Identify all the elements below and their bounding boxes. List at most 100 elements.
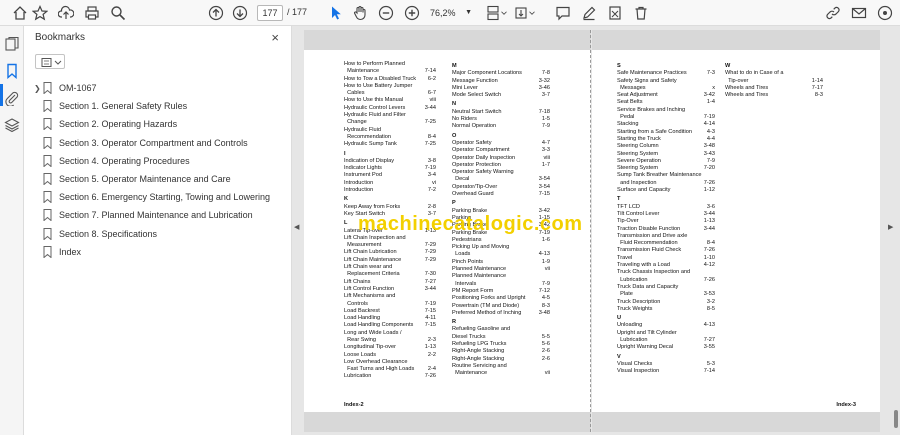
index-entry: Pedestrians 1-6	[452, 236, 550, 243]
index-entry: Transmission Fluid Check 7-26	[617, 247, 715, 254]
index-entry: Sump Tank Breather Maintenance	[617, 172, 702, 179]
index-entry: Hydraulic Control Levers 3-44	[344, 104, 436, 111]
index-entry: Neutral Start Switch 7-18	[452, 108, 550, 115]
index-entry: Decal 3-54	[452, 176, 550, 183]
index-entry: Hydraulic Sump Tank 7-25	[344, 141, 436, 148]
index-entry: Powertrain (TM and Diode) 8-3	[452, 302, 550, 309]
print-icon[interactable]	[83, 4, 101, 22]
bookmark-icon	[43, 136, 52, 149]
bookmark-options-button[interactable]	[35, 54, 65, 69]
layers-icon[interactable]	[4, 117, 20, 133]
vertical-scrollbar[interactable]	[894, 410, 898, 428]
bookmark-item[interactable]: Section 6. Emergency Starting, Towing an…	[24, 188, 292, 206]
bookmark-item[interactable]: Section 2. Operating Hazards	[24, 115, 292, 133]
index-entry: Loose Loads 2-2	[344, 351, 436, 358]
index-entry: Maintenance vii	[452, 370, 550, 377]
index-entry: Lift Mechanisms and	[344, 293, 396, 300]
select-cursor-icon[interactable]	[327, 4, 345, 22]
index-entry: Long and Wide Loads /	[344, 329, 402, 336]
index-entry: Pedal 7-19	[617, 114, 715, 121]
bookmark-label: Section 4. Operating Procedures	[59, 155, 190, 166]
bookmark-item[interactable]: Section 3. Operator Compartment and Cont…	[24, 134, 292, 152]
index-entry: Starting the Truck 4-4	[617, 135, 715, 142]
document-viewer: ◀ ▶ How to Perform Planned Maintenance 7-…	[292, 26, 900, 435]
index-entry: PM Report Form 7-12	[452, 287, 550, 294]
index-entry: Wheels and Tires 7-17	[725, 84, 823, 91]
index-entry: Surface and Capacity 1-12	[617, 187, 715, 194]
chevron-down-icon[interactable]	[499, 4, 509, 22]
bookmark-label: Section 8. Specifications	[59, 228, 158, 239]
thumbnails-icon[interactable]	[4, 36, 20, 52]
pen-icon[interactable]	[580, 4, 598, 22]
bookmark-icon	[43, 100, 52, 113]
close-icon[interactable]: ×	[271, 30, 279, 45]
index-entry: Traction Disable Function 3-44	[617, 225, 715, 232]
eraser-icon[interactable]	[606, 4, 624, 22]
page-up-icon[interactable]	[207, 4, 225, 22]
index-entry: Unloading 4-13	[617, 322, 715, 329]
index-letter-heading: M	[452, 63, 457, 69]
index-entry: How to Perform Planned	[344, 61, 405, 67]
bookmark-item[interactable]: Section 4. Operating Procedures	[24, 152, 292, 170]
index-column: S Safe Maintenance Practices 7-3 Safety Sig…	[617, 61, 715, 375]
bookmark-icon	[43, 82, 52, 94]
star-icon[interactable]	[31, 4, 49, 22]
bookmark-icon[interactable]	[4, 63, 20, 80]
index-entry: Planned Maintenance vii	[452, 266, 550, 273]
bookmark-item[interactable]: Index	[24, 243, 292, 261]
index-entry: Seat Adjustment 3-42	[617, 92, 715, 99]
link-icon[interactable]	[824, 4, 842, 22]
page-number-input[interactable]: 177	[257, 5, 283, 21]
hand-tool-icon[interactable]	[351, 4, 369, 22]
bookmark-icon	[43, 227, 52, 240]
index-entry: Upright Warning Decal 3-55	[617, 344, 715, 351]
collapse-left-arrow-icon[interactable]: ◀	[294, 223, 299, 231]
bookmark-item[interactable]: Section 1. General Safety Rules	[24, 97, 292, 115]
index-entry: What to do in Case of a	[725, 70, 784, 77]
index-entry: TFT LCD 3-6	[617, 203, 715, 210]
index-entry: Overhead Guard 7-15	[452, 191, 550, 198]
bookmark-icon	[43, 191, 52, 204]
page-footer: Index-2	[344, 402, 364, 408]
collapse-right-arrow-icon[interactable]: ▶	[888, 223, 893, 231]
bookmark-label: OM-1067	[59, 83, 97, 93]
index-entry: Tip-Over 1-13	[617, 218, 715, 225]
bookmark-icon	[43, 209, 52, 222]
trash-icon[interactable]	[632, 4, 650, 22]
bookmark-item[interactable]: Section 7. Planned Maintenance and Lubri…	[24, 206, 292, 224]
index-entry: Hydraulic Fluid and Filter	[344, 112, 406, 119]
index-entry: Operator Safety Warning	[452, 169, 514, 176]
chevron-down-icon[interactable]	[527, 4, 537, 22]
index-entry: Plate 3-53	[617, 291, 715, 298]
index-entry: Seat Belts 1-4	[617, 99, 715, 106]
bookmark-label: Section 7. Planned Maintenance and Lubri…	[59, 210, 253, 221]
index-entry: Low Overhead Clearance	[344, 358, 408, 365]
index-entry: Tilt Control Lever 3-44	[617, 210, 715, 217]
mail-icon[interactable]	[850, 4, 868, 22]
help-icon[interactable]	[876, 4, 894, 22]
upload-cloud-icon[interactable]	[57, 4, 75, 22]
bookmark-label: Index	[59, 246, 82, 257]
index-entry: Operator/Tip-Over 3-54	[452, 183, 550, 190]
index-entry: Lift Chain Lubrication 7-29	[344, 249, 436, 256]
home-icon[interactable]	[11, 4, 29, 22]
search-icon[interactable]	[109, 4, 127, 22]
index-entry: Indicator Lights 7-19	[344, 165, 436, 172]
zoom-out-icon[interactable]	[377, 4, 395, 22]
attachment-icon[interactable]	[4, 90, 20, 107]
index-entry: Stacking 4-14	[617, 121, 715, 128]
comment-icon[interactable]	[554, 4, 572, 22]
bookmark-item[interactable]: Section 5. Operator Maintenance and Care	[24, 170, 292, 188]
index-entry: Messages x	[617, 84, 715, 91]
index-entry: Recommendation 8-4	[344, 133, 436, 140]
zoom-in-icon[interactable]	[403, 4, 421, 22]
zoom-level-select[interactable]: 76,2% ▼	[430, 5, 472, 21]
index-entry: How to Use this Manual viii	[344, 97, 436, 104]
index-entry: Introduction 7-2	[344, 187, 436, 194]
chevron-right-icon[interactable]: ❯	[34, 84, 41, 93]
page-down-icon[interactable]	[231, 4, 249, 22]
bookmark-item[interactable]: ❯ OM-1067	[24, 79, 292, 97]
index-entry: Truck Chassis Inspection and	[617, 269, 691, 276]
bookmark-item[interactable]: Section 8. Specifications	[24, 225, 292, 243]
page-index-3: S Safe Maintenance Practices 7-3 Safety Sig…	[592, 30, 880, 432]
